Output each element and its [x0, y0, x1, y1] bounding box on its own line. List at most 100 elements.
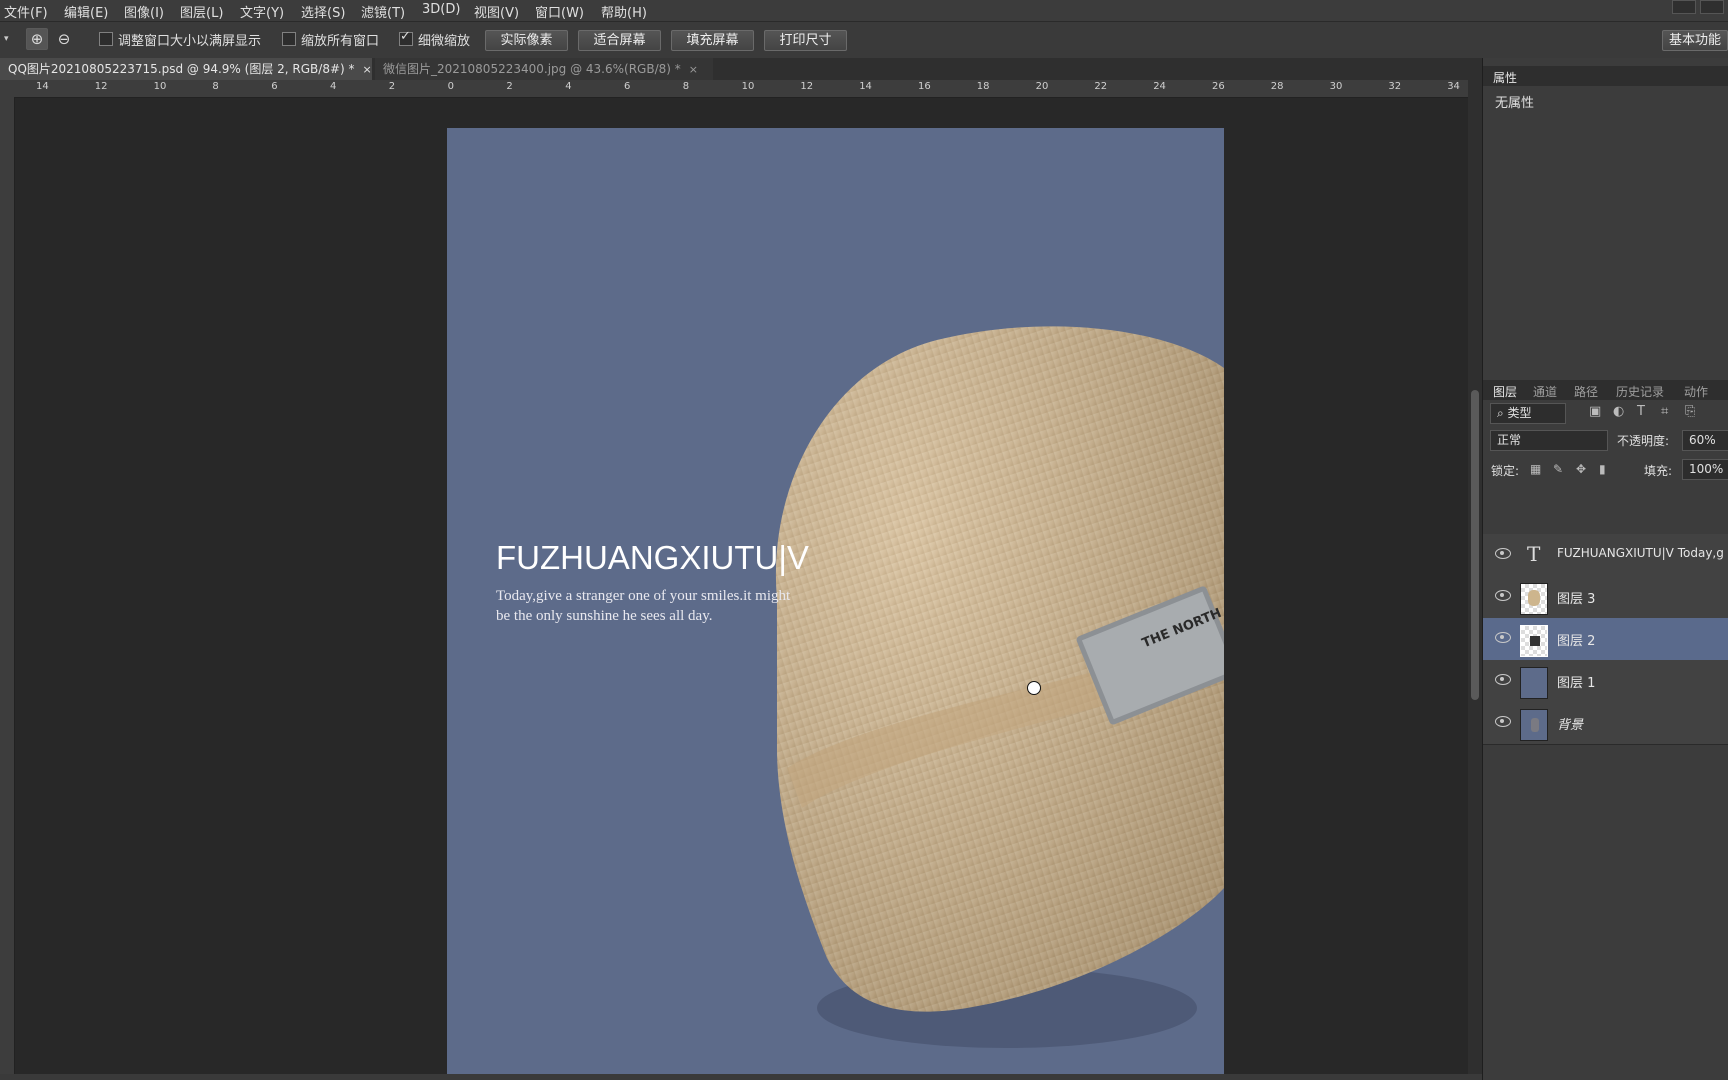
visibility-eye-icon[interactable] [1495, 674, 1511, 685]
scrollbar-thumb[interactable] [1471, 390, 1479, 700]
layer-row-layer-1[interactable]: 图层 1 [1483, 660, 1728, 703]
ruler-tick-label: 12 [94, 81, 108, 92]
shape-filter-icon[interactable]: ⌗ [1661, 404, 1668, 419]
restore-button[interactable] [1700, 0, 1724, 14]
ruler-tick-label: 10 [741, 81, 755, 92]
tab-label: 微信图片_20210805223400.jpg @ 43.6%(RGB/8) * [383, 62, 681, 76]
menu-type[interactable]: 文字(Y) [240, 2, 284, 21]
menu-filter[interactable]: 滤镜(T) [361, 2, 405, 21]
ruler-corner [0, 80, 14, 97]
layer-row-layer-3[interactable]: 图层 3 [1483, 576, 1728, 619]
status-bar [0, 1074, 1482, 1080]
ruler-tick-label: 32 [1388, 81, 1402, 92]
zoom-in-icon[interactable]: ⊕ [26, 28, 48, 50]
menu-image[interactable]: 图像(I) [124, 2, 164, 21]
visibility-eye-icon[interactable] [1495, 548, 1511, 559]
document-tab-bar: QQ图片20210805223715.psd @ 94.9% (图层 2, RG… [0, 58, 1482, 80]
fill-input[interactable]: 100% [1682, 459, 1728, 480]
layer-thumbnail [1520, 583, 1548, 615]
ruler-tick-label: 6 [271, 81, 278, 92]
document-canvas[interactable]: THE NORTH FACE GUCCI FUZHUANGXIUTU|V Tod… [447, 128, 1224, 1077]
minimize-button[interactable] [1672, 0, 1696, 14]
print-size-button[interactable]: 打印尺寸 [764, 30, 847, 51]
menu-help[interactable]: 帮助(H) [601, 2, 647, 21]
lock-label: 锁定: [1491, 464, 1520, 478]
zoom-all-windows-checkbox[interactable] [282, 32, 296, 46]
canvas-area[interactable]: THE NORTH FACE GUCCI FUZHUANGXIUTU|V Tod… [15, 98, 1468, 1077]
actual-pixels-button[interactable]: 实际像素 [485, 30, 568, 51]
ruler-tick-label: 28 [1270, 81, 1284, 92]
resize-windows-label: 调整窗口大小以满屏显示 [118, 34, 262, 49]
tab-properties[interactable]: 属性 [1493, 69, 1517, 86]
layer-row-text[interactable]: T FUZHUANGXIUTU|V Today,g [1483, 534, 1728, 577]
vertical-scrollbar[interactable] [1468, 80, 1482, 1077]
zoom-out-icon[interactable]: ⊖ [53, 28, 75, 50]
ruler-tick-label: 18 [976, 81, 990, 92]
ruler-tick-label: 4 [565, 81, 572, 92]
scrubby-zoom-label: 细微缩放 [418, 34, 471, 49]
ruler-tick-label: 8 [212, 81, 219, 92]
ruler-tick-label: 30 [1329, 81, 1343, 92]
ruler-tick-label: 6 [624, 81, 631, 92]
layer-name: FUZHUANGXIUTU|V Today,g [1557, 546, 1724, 560]
lock-image-icon[interactable]: ✎ [1553, 462, 1563, 476]
menu-view[interactable]: 视图(V) [474, 2, 519, 21]
ruler-tick-label: 34 [1447, 81, 1460, 92]
menu-select[interactable]: 选择(S) [301, 2, 345, 21]
workspace-button[interactable]: 基本功能 [1662, 30, 1728, 51]
tool-preset-dropdown[interactable]: ▾ [4, 34, 9, 44]
headline-text[interactable]: FUZHUANGXIUTU|V [496, 539, 809, 577]
ruler-tick-label: 26 [1212, 81, 1225, 92]
menu-file[interactable]: 文件(F) [4, 2, 48, 21]
tab-psd-document[interactable]: QQ图片20210805223715.psd @ 94.9% (图层 2, RG… [0, 58, 372, 80]
menu-3d[interactable]: 3D(D) [422, 2, 460, 17]
ruler-tick-label: 16 [918, 81, 931, 92]
tab-layers[interactable]: 图层 [1493, 383, 1517, 400]
vertical-ruler[interactable] [0, 97, 15, 1077]
menu-window[interactable]: 窗口(W) [535, 2, 584, 21]
layer-row-background[interactable]: 背景 [1483, 702, 1728, 745]
layer-name: 图层 1 [1557, 676, 1596, 691]
close-icon[interactable]: × [363, 63, 372, 76]
body-text-line-1[interactable]: Today,give a stranger one of your smiles… [496, 588, 790, 605]
layer-name: 图层 2 [1557, 634, 1596, 649]
type-filter-icon[interactable]: T [1637, 404, 1645, 419]
layer-thumbnail [1520, 709, 1548, 741]
zoom-cursor-icon [1027, 681, 1041, 695]
ruler-tick-label: 14 [36, 81, 49, 92]
tab-actions[interactable]: 动作 [1684, 383, 1708, 400]
lock-transparent-icon[interactable]: ▦ [1530, 462, 1541, 476]
adjustment-filter-icon[interactable]: ◐ [1613, 404, 1624, 419]
body-text-line-2[interactable]: be the only sunshine he sees all day. [496, 608, 712, 625]
close-icon[interactable]: × [689, 63, 698, 76]
fill-screen-button[interactable]: 填充屏幕 [671, 30, 754, 51]
tab-channels[interactable]: 通道 [1533, 383, 1557, 400]
type-layer-icon: T [1527, 542, 1541, 566]
visibility-eye-icon[interactable] [1495, 632, 1511, 643]
tab-paths[interactable]: 路径 [1574, 383, 1598, 400]
right-panel: 属性 无属性 图层 通道 路径 历史记录 动作 ⌕ 类型 ▣ ◐ T ⌗ ⎘ 正… [1482, 58, 1728, 1080]
tab-label: QQ图片20210805223715.psd @ 94.9% (图层 2, RG… [8, 62, 355, 76]
fill-label: 填充: [1644, 464, 1673, 478]
lock-all-icon[interactable]: ▮ [1599, 462, 1606, 476]
horizontal-ruler[interactable]: 14 12 10 8 6 4 2 0 2 4 6 8 10 12 14 16 18 20 22 24 26 28 30 32 3… [14, 80, 1468, 98]
resize-windows-checkbox[interactable] [99, 32, 113, 46]
tab-jpg-document[interactable]: 微信图片_20210805223400.jpg @ 43.6%(RGB/8) *… [375, 58, 713, 80]
lock-position-icon[interactable]: ✥ [1576, 462, 1586, 476]
scrubby-zoom-checkbox[interactable] [399, 29, 413, 46]
blend-mode-select[interactable]: 正常 [1490, 430, 1608, 451]
image-filter-icon[interactable]: ▣ [1589, 404, 1601, 419]
smart-object-filter-icon[interactable]: ⎘ [1685, 404, 1695, 419]
menu-edit[interactable]: 编辑(E) [64, 2, 108, 21]
visibility-eye-icon[interactable] [1495, 716, 1511, 727]
visibility-eye-icon[interactable] [1495, 590, 1511, 601]
layer-thumbnail [1520, 625, 1548, 657]
opacity-label: 不透明度: [1617, 434, 1670, 448]
layer-row-layer-2[interactable]: 图层 2 [1483, 618, 1728, 661]
tab-history[interactable]: 历史记录 [1616, 383, 1664, 400]
menu-layer[interactable]: 图层(L) [180, 2, 223, 21]
layer-filter-select[interactable]: ⌕ 类型 [1490, 403, 1566, 424]
opacity-input[interactable]: 60% [1682, 430, 1728, 451]
properties-tab-bar: 属性 [1483, 66, 1728, 86]
fit-screen-button[interactable]: 适合屏幕 [578, 30, 661, 51]
